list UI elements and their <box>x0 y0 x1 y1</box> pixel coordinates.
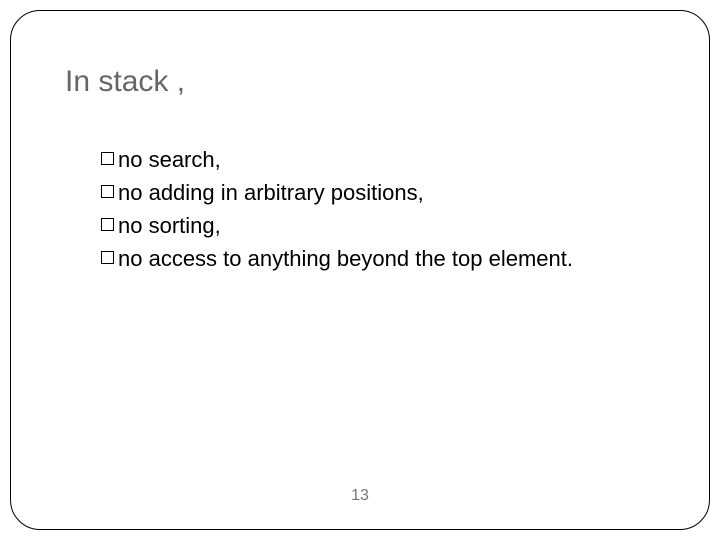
list-item: no access to anything beyond the top ele… <box>101 242 655 275</box>
bullet-text: no search, <box>118 143 655 176</box>
slide-title: In stack , <box>65 65 185 99</box>
square-bullet-icon <box>101 152 114 165</box>
bullet-text: no adding in arbitrary positions, <box>118 176 655 209</box>
page-number: 13 <box>351 487 369 505</box>
list-item: no search, <box>101 143 655 176</box>
bullet-list: no search, no adding in arbitrary positi… <box>101 143 655 275</box>
list-item: no sorting, <box>101 209 655 242</box>
square-bullet-icon <box>101 251 114 264</box>
bullet-text: no sorting, <box>118 209 655 242</box>
list-item: no adding in arbitrary positions, <box>101 176 655 209</box>
bullet-text: no access to anything beyond the top ele… <box>118 242 655 275</box>
slide-frame: In stack , no search, no adding in arbit… <box>10 10 710 530</box>
square-bullet-icon <box>101 185 114 198</box>
square-bullet-icon <box>101 218 114 231</box>
